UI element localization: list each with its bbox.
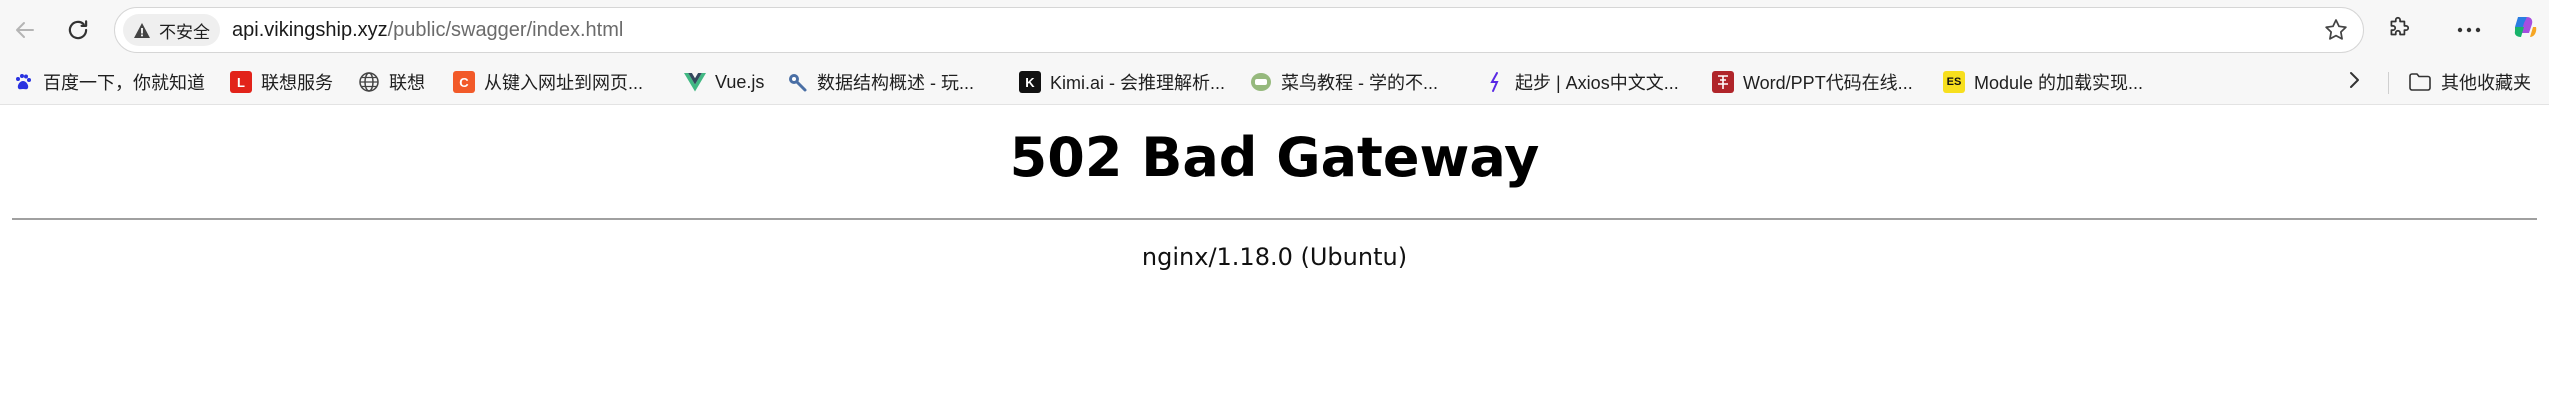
- globe-icon: [358, 71, 380, 93]
- favorite-star-button[interactable]: [2323, 17, 2349, 48]
- bookmark-axios[interactable]: 起步 | Axios中文文...: [1484, 68, 1679, 96]
- toolbar-actions: [2359, 8, 2549, 52]
- runoob-icon: [1250, 71, 1272, 93]
- warning-triangle-icon: [133, 22, 151, 39]
- bookmark-data-structures[interactable]: 数据结构概述 - 玩...: [786, 68, 974, 96]
- other-bookmarks-label: 其他收藏夹: [2441, 73, 2531, 93]
- bookmark-label: 联想: [389, 73, 425, 93]
- settings-menu-button[interactable]: [2447, 8, 2491, 52]
- vue-logo-icon: [684, 71, 706, 93]
- bookmark-label: Word/PPT代码在线...: [1743, 73, 1913, 93]
- bookmark-label: 起步 | Axios中文文...: [1515, 73, 1679, 93]
- baidu-paw-icon: [12, 71, 34, 93]
- server-signature: nginx/1.18.0 (Ubuntu): [1141, 243, 1408, 271]
- bookmark-label: 从键入网址到网页...: [484, 73, 644, 93]
- security-label: 不安全: [159, 22, 210, 42]
- lenovo-l-icon: L: [230, 71, 252, 93]
- reload-button[interactable]: [56, 8, 100, 52]
- puzzle-piece-icon: [2386, 15, 2412, 46]
- page-content: 502 Bad Gateway nginx/1.18.0 (Ubuntu): [0, 105, 2549, 418]
- bookmark-label: 联想服务: [261, 73, 333, 93]
- bookmark-lenovo[interactable]: 联想: [358, 68, 425, 96]
- bookmark-baidu[interactable]: 百度一下，你就知道: [12, 68, 205, 96]
- back-button[interactable]: [3, 8, 47, 52]
- extensions-button[interactable]: [2377, 8, 2421, 52]
- page-title: 502 Bad Gateway: [1009, 126, 1540, 189]
- folder-icon: [2408, 72, 2432, 92]
- browser-toolbar: 不安全 api.vikingship.xyz/public/swagger/in…: [0, 0, 2549, 60]
- star-icon: [2323, 19, 2349, 47]
- bookmarks-overflow-button[interactable]: [2340, 68, 2368, 96]
- other-bookmarks-folder[interactable]: 其他收藏夹: [2408, 68, 2531, 96]
- axios-icon: [1484, 71, 1506, 93]
- bookmark-label: 数据结构概述 - 玩...: [817, 73, 974, 93]
- bookmark-vuejs[interactable]: Vue.js: [684, 68, 764, 96]
- bookmark-word-ppt[interactable]: Word/PPT代码在线...: [1712, 68, 1913, 96]
- bookmark-label: Kimi.ai - 会推理解析...: [1050, 73, 1226, 93]
- bookmark-label: 菜鸟教程 - 学的不...: [1281, 73, 1438, 93]
- bookmark-label: Module 的加载实现...: [1974, 73, 2144, 93]
- chevron-right-icon: [2347, 70, 2361, 95]
- horizontal-rule: [12, 218, 2537, 220]
- bookmark-label: 百度一下，你就知道: [43, 73, 205, 93]
- url-text[interactable]: api.vikingship.xyz/public/swagger/index.…: [232, 19, 623, 42]
- es-icon: ES: [1943, 71, 1965, 93]
- more-dots-icon: [2456, 21, 2482, 39]
- kimi-k-icon: K: [1019, 71, 1041, 93]
- security-indicator[interactable]: 不安全: [123, 14, 220, 46]
- seal-icon: [1712, 71, 1734, 93]
- copilot-icon: [2510, 13, 2540, 48]
- bookmarks-divider: [2388, 72, 2389, 94]
- copilot-button[interactable]: [2503, 8, 2547, 52]
- address-bar[interactable]: 不安全 api.vikingship.xyz/public/swagger/in…: [114, 7, 2364, 53]
- bookmark-kimi[interactable]: K Kimi.ai - 会推理解析...: [1019, 68, 1225, 96]
- c-logo-icon: C: [453, 71, 475, 93]
- bookmark-url-to-page[interactable]: C 从键入网址到网页...: [453, 68, 643, 96]
- bookmark-runoob[interactable]: 菜鸟教程 - 学的不...: [1250, 68, 1438, 96]
- url-path: /public/swagger/index.html: [387, 18, 624, 41]
- bookmarks-bar: 百度一下，你就知道 L 联想服务 联想 C 从键入网址到网页... Vue.js: [0, 60, 2549, 104]
- back-arrow-icon: [13, 18, 37, 42]
- reload-icon: [65, 17, 91, 43]
- browser-chrome: 不安全 api.vikingship.xyz/public/swagger/in…: [0, 0, 2549, 105]
- bookmark-module-loading[interactable]: ES Module 的加载实现...: [1943, 68, 2143, 96]
- tool-icon: [786, 71, 808, 93]
- bookmark-lenovo-service[interactable]: L 联想服务: [230, 68, 333, 96]
- url-host: api.vikingship.xyz: [232, 18, 388, 41]
- bookmark-label: Vue.js: [715, 71, 765, 92]
